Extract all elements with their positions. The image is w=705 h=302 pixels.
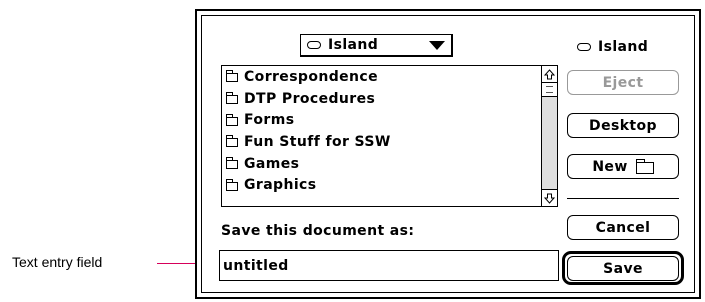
eject-button-label: Eject [602,74,644,91]
scroll-track[interactable] [542,82,557,190]
file-list[interactable]: Correspondence DTP Procedures Forms Fun … [221,65,558,207]
list-item-label: Correspondence [244,68,379,85]
desktop-button-label: Desktop [589,117,657,134]
scroll-up-arrow-icon[interactable] [542,66,557,83]
eject-button[interactable]: Eject [567,70,679,95]
grip-icon [546,86,553,93]
filename-input[interactable]: untitled [219,250,559,281]
list-item[interactable]: Correspondence [222,66,541,88]
volume-name: Island [577,39,648,55]
cancel-button[interactable]: Cancel [567,215,679,240]
list-item-label: DTP Procedures [244,90,376,107]
folder-popup-label: Island [328,37,379,53]
list-item[interactable]: Fun Stuff for SSW [222,131,541,153]
save-prompt: Save this document as: [221,223,415,239]
list-item-label: Fun Stuff for SSW [244,133,391,150]
callout-label: Text entry field [12,254,103,270]
desktop-button[interactable]: Desktop [567,113,679,138]
list-item-label: Forms [244,112,295,129]
file-list-items: Correspondence DTP Procedures Forms Fun … [222,66,541,206]
new-folder-button[interactable]: New [567,154,679,179]
folder-icon [226,135,238,148]
scroll-down-arrow-icon[interactable] [542,189,557,206]
folder-icon [226,157,238,170]
folder-icon [226,70,238,83]
triangle-down-icon [429,41,445,50]
list-item-label: Games [244,155,300,172]
disk-icon [307,41,321,49]
list-item-label: Graphics [244,177,317,194]
scroll-thumb[interactable] [542,82,557,97]
folder-icon [226,178,238,191]
list-item[interactable]: DTP Procedures [222,88,541,110]
volume-name-label: Island [598,39,649,55]
filename-value: untitled [223,257,289,274]
save-button-label: Save [603,260,643,277]
save-button[interactable]: Save [567,256,679,281]
button-separator [567,198,679,199]
list-item[interactable]: Graphics [222,174,541,196]
list-item[interactable]: Games [222,153,541,175]
vertical-scrollbar[interactable] [541,66,557,206]
cancel-button-label: Cancel [595,219,651,236]
disk-icon [577,43,591,51]
folder-icon [226,113,238,126]
folder-popup-menu[interactable]: Island [300,34,453,57]
new-folder-button-label: New [592,158,628,175]
new-folder-icon [635,158,654,174]
save-dialog: Island Correspondence DTP Procedures For… [195,9,701,299]
folder-icon [226,92,238,105]
list-item[interactable]: Forms [222,109,541,131]
